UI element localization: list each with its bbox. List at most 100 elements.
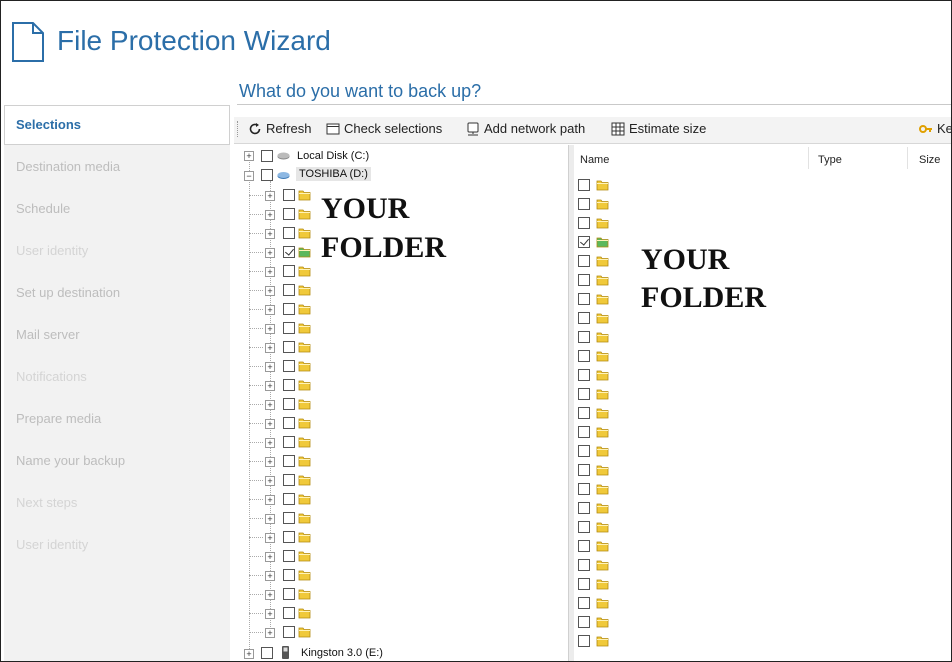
folder-checkbox[interactable] — [283, 341, 295, 353]
column-separator[interactable] — [808, 147, 809, 169]
expand-toggle[interactable]: + — [265, 381, 275, 391]
expand-toggle[interactable]: + — [265, 400, 275, 410]
folder-checkbox[interactable] — [283, 398, 295, 410]
folder-checkbox[interactable] — [283, 417, 295, 429]
drive-label-c[interactable]: Local Disk (C:) — [297, 150, 369, 162]
expand-toggle[interactable]: + — [265, 438, 275, 448]
expand-toggle[interactable]: + — [265, 210, 275, 220]
row-checkbox[interactable] — [578, 521, 590, 533]
step-notifications[interactable]: Notifications — [16, 369, 87, 384]
folder-checkbox[interactable] — [283, 474, 295, 486]
row-checkbox[interactable] — [578, 616, 590, 628]
step-set-up-destination[interactable]: Set up destination — [16, 285, 120, 300]
expand-toggle[interactable]: + — [265, 229, 275, 239]
row-checkbox[interactable] — [578, 293, 590, 305]
row-checkbox[interactable] — [578, 445, 590, 457]
expand-toggle[interactable]: + — [265, 343, 275, 353]
check-selections-button[interactable]: Check selections — [326, 121, 442, 136]
folder-checkbox[interactable] — [283, 455, 295, 467]
column-header-type[interactable]: Type — [818, 154, 842, 166]
step-selections[interactable]: Selections — [16, 117, 81, 132]
expand-toggle[interactable]: + — [265, 286, 275, 296]
add-network-path-button[interactable]: Add network path — [466, 121, 585, 136]
folder-checkbox[interactable] — [283, 379, 295, 391]
folder-checkbox[interactable] — [283, 360, 295, 372]
row-checkbox[interactable] — [578, 217, 590, 229]
row-checkbox[interactable] — [578, 198, 590, 210]
expand-toggle[interactable]: + — [265, 324, 275, 334]
expand-toggle[interactable]: + — [265, 514, 275, 524]
step-mail-server[interactable]: Mail server — [16, 327, 80, 342]
folder-checkbox[interactable] — [283, 493, 295, 505]
expand-toggle[interactable]: + — [265, 419, 275, 429]
drive-label-d[interactable]: TOSHIBA (D:) — [296, 167, 371, 181]
step-destination-media[interactable]: Destination media — [16, 159, 120, 174]
expand-toggle[interactable]: + — [265, 590, 275, 600]
expand-toggle[interactable]: + — [265, 362, 275, 372]
row-checkbox[interactable] — [578, 274, 590, 286]
row-checkbox[interactable] — [578, 179, 590, 191]
folder-checkbox[interactable] — [283, 569, 295, 581]
folder-checkbox[interactable] — [283, 531, 295, 543]
row-checkbox[interactable] — [578, 255, 590, 267]
row-checkbox[interactable] — [578, 350, 590, 362]
expand-toggle[interactable]: + — [265, 495, 275, 505]
refresh-button[interactable]: Refresh — [248, 121, 312, 136]
expand-toggle[interactable]: + — [265, 267, 275, 277]
row-checkbox[interactable] — [578, 540, 590, 552]
expand-toggle[interactable]: + — [265, 628, 275, 638]
expand-toggle[interactable]: + — [265, 248, 275, 258]
folder-checkbox[interactable] — [283, 322, 295, 334]
drive-checkbox[interactable] — [261, 169, 273, 181]
step-next-steps[interactable]: Next steps — [16, 495, 77, 510]
row-checkbox[interactable] — [578, 312, 590, 324]
row-checkbox[interactable] — [578, 407, 590, 419]
expand-toggle[interactable]: + — [265, 533, 275, 543]
expand-toggle[interactable]: + — [265, 552, 275, 562]
row-checkbox[interactable] — [578, 331, 590, 343]
expand-toggle[interactable]: + — [265, 609, 275, 619]
expand-toggle[interactable]: + — [265, 191, 275, 201]
row-checkbox[interactable] — [578, 369, 590, 381]
step-schedule[interactable]: Schedule — [16, 201, 70, 216]
expand-toggle[interactable]: + — [244, 649, 254, 659]
folder-checkbox[interactable] — [283, 303, 295, 315]
folder-checkbox[interactable] — [283, 208, 295, 220]
row-checkbox[interactable] — [578, 236, 590, 248]
folder-checkbox[interactable] — [283, 284, 295, 296]
row-checkbox[interactable] — [578, 502, 590, 514]
expand-toggle[interactable]: + — [265, 571, 275, 581]
row-checkbox[interactable] — [578, 597, 590, 609]
expand-toggle[interactable]: + — [244, 151, 254, 161]
column-header-name[interactable]: Name — [580, 154, 609, 166]
folder-checkbox[interactable] — [283, 550, 295, 562]
expand-toggle[interactable]: + — [265, 305, 275, 315]
folder-checkbox[interactable] — [283, 246, 295, 258]
folder-checkbox[interactable] — [283, 265, 295, 277]
expand-toggle[interactable]: + — [265, 476, 275, 486]
row-checkbox[interactable] — [578, 464, 590, 476]
row-checkbox[interactable] — [578, 483, 590, 495]
column-separator[interactable] — [907, 147, 908, 169]
row-checkbox[interactable] — [578, 388, 590, 400]
expand-toggle[interactable]: + — [265, 457, 275, 467]
folder-checkbox[interactable] — [283, 607, 295, 619]
row-checkbox[interactable] — [578, 578, 590, 590]
row-checkbox[interactable] — [578, 635, 590, 647]
step-prepare-media[interactable]: Prepare media — [16, 411, 101, 426]
drive-label-e[interactable]: Kingston 3.0 (E:) — [301, 647, 383, 659]
row-checkbox[interactable] — [578, 426, 590, 438]
row-checkbox[interactable] — [578, 559, 590, 571]
folder-checkbox[interactable] — [283, 588, 295, 600]
folder-checkbox[interactable] — [283, 436, 295, 448]
step-name-your-backup[interactable]: Name your backup — [16, 453, 125, 468]
key-button[interactable]: Ke — [919, 121, 951, 136]
folder-checkbox[interactable] — [283, 189, 295, 201]
step-user-identity[interactable]: User identity — [16, 243, 88, 258]
folder-checkbox[interactable] — [283, 626, 295, 638]
column-header-size[interactable]: Size — [919, 154, 940, 166]
drive-checkbox[interactable] — [261, 647, 273, 659]
step-user-identity-2[interactable]: User identity — [16, 537, 88, 552]
drive-checkbox[interactable] — [261, 150, 273, 162]
folder-checkbox[interactable] — [283, 227, 295, 239]
